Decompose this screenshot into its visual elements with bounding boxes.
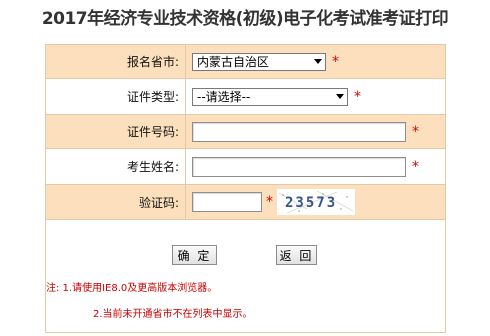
idnum-label: 证件号码: (45, 114, 186, 149)
captcha-input[interactable] (192, 192, 262, 212)
idtype-select-value: --请选择-- (197, 89, 251, 104)
idtype-label: 证件类型: (45, 78, 186, 115)
page-title: 2017年经济专业技术资格(初级)电子化考试准考证打印 (41, 9, 449, 29)
note-province: 2.当前未开通省市不在列表中显示。 (93, 309, 253, 320)
required-mark: * (332, 53, 339, 70)
captcha-label: 验证码: (45, 184, 186, 220)
back-button[interactable]: 返 回 (276, 245, 317, 265)
note-browser: 注: 1.请使用IE8.0及更高版本浏览器。 (46, 283, 218, 294)
idnum-input[interactable] (192, 121, 406, 142)
chevron-down-icon (336, 93, 344, 99)
idnum-row: 证件号码: * (45, 114, 446, 149)
confirm-button[interactable]: 确 定 (172, 245, 217, 265)
required-mark: * (412, 123, 419, 140)
notes-panel (45, 265, 446, 333)
captcha-image[interactable]: 23573 (277, 189, 355, 215)
province-select[interactable]: 内蒙古自治区 (192, 52, 326, 71)
captcha-row: 验证码: * 23573 (45, 184, 446, 220)
required-mark: * (354, 88, 361, 105)
province-label: 报名省市: (45, 44, 186, 79)
name-input[interactable] (192, 156, 406, 177)
idtype-row: 证件类型: --请选择-- * (45, 78, 446, 115)
name-row: 考生姓名: * (45, 148, 446, 185)
name-label: 考生姓名: (45, 148, 186, 185)
captcha-text: 23573 (285, 195, 337, 211)
idtype-select[interactable]: --请选择-- (192, 87, 348, 106)
province-row: 报名省市: 内蒙古自治区 * (45, 44, 446, 79)
required-mark: * (266, 194, 273, 210)
province-select-value: 内蒙古自治区 (197, 54, 270, 69)
chevron-down-icon (314, 58, 322, 64)
required-mark: * (412, 158, 419, 175)
admission-form: 报名省市: 内蒙古自治区 * 证件类型: --请选择-- * 证件号码: * 考… (45, 44, 446, 280)
